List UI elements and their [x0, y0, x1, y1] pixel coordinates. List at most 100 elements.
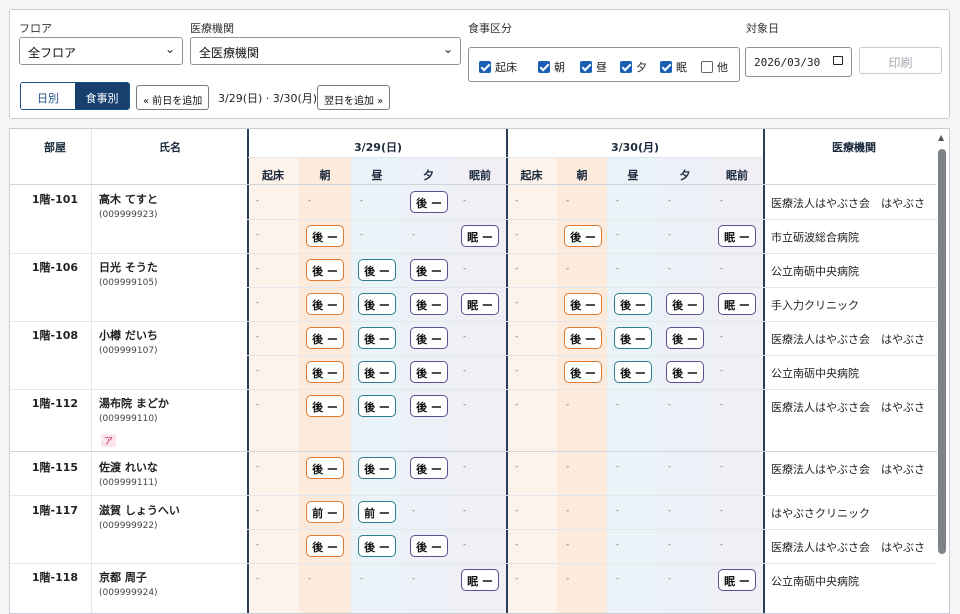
resident-name[interactable]: 日光 そうた	[99, 259, 158, 275]
meal-badge[interactable]: 後 ー	[358, 361, 396, 383]
meal-view-button[interactable]: 食事別	[75, 83, 129, 109]
meal-badge[interactable]: 後 ー	[614, 293, 652, 315]
institution-cell: 医療法人はやぶさ会 はやぶさ	[771, 333, 925, 346]
calendar-icon[interactable]	[833, 56, 843, 65]
target-date-input[interactable]: 2026/03/30	[745, 47, 852, 77]
meal-checkbox-4[interactable]: 眠	[660, 59, 687, 75]
meal-badge[interactable]: 後 ー	[306, 327, 344, 349]
empty-cell: -	[720, 366, 724, 376]
checkbox-icon[interactable]	[620, 61, 632, 73]
meal-checkbox-1[interactable]: 朝	[538, 59, 565, 75]
meal-badge[interactable]: 後 ー	[306, 361, 344, 383]
empty-cell: -	[256, 298, 260, 308]
meal-checkbox-3[interactable]: 夕	[620, 59, 647, 75]
resident-name[interactable]: 高木 てすと	[99, 191, 158, 207]
meal-badge[interactable]: 後 ー	[564, 225, 602, 247]
meal-badge[interactable]: 眠 ー	[461, 569, 499, 591]
meal-badge[interactable]: 後 ー	[410, 191, 448, 213]
header-room: 部屋	[44, 141, 66, 154]
meal-badge[interactable]: 前 ー	[306, 501, 344, 523]
institution-cell: 医療法人はやぶさ会 はやぶさ	[771, 401, 925, 414]
meal-checkbox-2[interactable]: 昼	[580, 59, 607, 75]
meal-badge[interactable]: 後 ー	[410, 327, 448, 349]
meal-badge[interactable]: 後 ー	[306, 225, 344, 247]
meal-badge[interactable]: 後 ー	[358, 457, 396, 479]
subheader-9: 眠前	[726, 169, 748, 182]
meal-badge[interactable]: 後 ー	[306, 395, 344, 417]
empty-cell: -	[412, 230, 416, 240]
meal-badge[interactable]: 後 ー	[306, 457, 344, 479]
meal-badge[interactable]: 後 ー	[666, 361, 704, 383]
meal-badge[interactable]: 後 ー	[666, 293, 704, 315]
resident-id: (009999923)	[99, 210, 158, 220]
resident-name[interactable]: 滋賀 しょうへい	[99, 502, 180, 518]
room-cell: 1階-101	[31, 193, 79, 206]
daily-view-button[interactable]: 日別	[21, 83, 75, 109]
meal-badge[interactable]: 眠 ー	[718, 569, 756, 591]
add-prev-day-button[interactable]: « 前日を追加	[136, 85, 210, 110]
empty-cell: -	[515, 574, 519, 584]
row-divider	[247, 253, 937, 254]
group-divider	[10, 451, 937, 452]
meal-badge[interactable]: 眠 ー	[461, 293, 499, 315]
header-bottom-line	[10, 184, 936, 185]
scroll-up-icon[interactable]: ▲	[938, 133, 944, 142]
meal-badge[interactable]: 後 ー	[410, 395, 448, 417]
row-divider	[247, 355, 937, 356]
floor-select[interactable]: 全フロア ⌄	[19, 37, 183, 65]
meal-badge[interactable]: 眠 ー	[718, 225, 756, 247]
checkbox-icon[interactable]	[660, 61, 672, 73]
meal-badge[interactable]: 後 ー	[614, 327, 652, 349]
meal-badge[interactable]: 眠 ー	[461, 225, 499, 247]
meal-badge[interactable]: 後 ー	[306, 293, 344, 315]
checkbox-icon[interactable]	[701, 61, 713, 73]
resident-divider	[10, 495, 247, 496]
resident-name[interactable]: 小樽 だいち	[99, 327, 158, 343]
meal-badge[interactable]: 後 ー	[666, 327, 704, 349]
institution-select[interactable]: 全医療機関 ⌄	[190, 37, 461, 65]
empty-cell: -	[668, 400, 672, 410]
meal-badge[interactable]: 前 ー	[358, 501, 396, 523]
print-button[interactable]: 印刷	[859, 47, 942, 74]
meal-badge[interactable]: 後 ー	[564, 293, 602, 315]
meal-badge[interactable]: 後 ー	[306, 259, 344, 281]
checkbox-icon[interactable]	[538, 61, 550, 73]
meal-badge[interactable]: 後 ー	[410, 361, 448, 383]
resident-name[interactable]: 佐渡 れいな	[99, 459, 158, 475]
meal-checkbox-0[interactable]: 起床	[479, 59, 517, 75]
meal-checkbox-label: 起床	[495, 61, 517, 74]
empty-cell: -	[720, 332, 724, 342]
add-next-day-button[interactable]: 翌日を追加 »	[317, 85, 391, 110]
empty-cell: -	[616, 462, 620, 472]
resident-name[interactable]: 京都 周子	[99, 569, 147, 585]
meal-badge[interactable]: 後 ー	[410, 293, 448, 315]
institution-label: 医療機関	[190, 22, 234, 35]
meal-badge[interactable]: 後 ー	[564, 361, 602, 383]
header-divider	[248, 157, 763, 158]
meal-badge[interactable]: 後 ー	[358, 327, 396, 349]
meal-badge[interactable]: 後 ー	[410, 535, 448, 557]
empty-cell: -	[515, 264, 519, 274]
empty-cell: -	[616, 574, 620, 584]
subheader-1: 朝	[319, 169, 331, 182]
subheader-4: 眠前	[469, 169, 491, 182]
meal-badge[interactable]: 後 ー	[614, 361, 652, 383]
empty-cell: -	[412, 574, 416, 584]
resident-id: (009999105)	[99, 278, 158, 288]
checkbox-icon[interactable]	[580, 61, 592, 73]
meal-badge[interactable]: 後 ー	[410, 259, 448, 281]
meal-badge[interactable]: 後 ー	[358, 535, 396, 557]
meal-badge[interactable]: 後 ー	[358, 293, 396, 315]
meal-badge[interactable]: 後 ー	[306, 535, 344, 557]
meal-badge[interactable]: 眠 ー	[718, 293, 756, 315]
checkbox-icon[interactable]	[479, 61, 491, 73]
meal-badge[interactable]: 後 ー	[358, 259, 396, 281]
meal-checkbox-5[interactable]: 他	[701, 59, 728, 75]
meal-badge[interactable]: 後 ー	[410, 457, 448, 479]
meal-checkbox-label: 夕	[636, 61, 647, 74]
meal-badge[interactable]: 後 ー	[564, 327, 602, 349]
scrollbar-thumb[interactable]	[938, 149, 946, 554]
empty-cell: -	[256, 574, 260, 584]
meal-badge[interactable]: 後 ー	[358, 395, 396, 417]
resident-name[interactable]: 湯布院 まどか	[99, 395, 169, 411]
